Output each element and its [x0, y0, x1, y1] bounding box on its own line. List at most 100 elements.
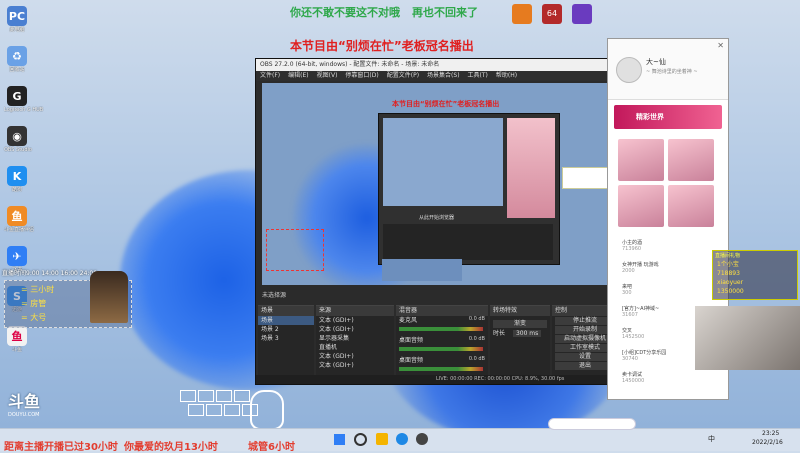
control-button[interactable]: 设置: [555, 353, 615, 361]
gift-line: xiaoyuer: [717, 279, 744, 286]
control-button[interactable]: 工作室模式: [555, 344, 615, 352]
yy-channel-item[interactable]: 卖卡调试 1450000: [622, 371, 644, 384]
yy-channel-item[interactable]: [官方]~AI神域~ 31607: [622, 305, 659, 318]
clock-time[interactable]: 23:25: [762, 430, 779, 437]
menu-item[interactable]: 文件(F): [260, 71, 280, 81]
obs-window[interactable]: OBS 27.2.0 (64-bit, windows) - 配置文件: 未命名…: [255, 58, 622, 385]
avatar[interactable]: [616, 57, 642, 83]
menu-item[interactable]: 编辑(E): [288, 71, 308, 81]
yy-subtitle: ~ 舞池诗里的坐着神 ~: [646, 69, 698, 75]
control-button[interactable]: 停止推流: [555, 317, 615, 325]
scene-item[interactable]: 场景 2: [258, 325, 314, 334]
douyu-logo: 斗鱼 DOUYU.COM: [8, 392, 41, 418]
duration-row: 时长 300 ms: [490, 329, 550, 338]
desktop-icon[interactable]: 鱼斗鱼: [4, 326, 30, 353]
channel-thumb[interactable]: [618, 185, 664, 227]
desktop-icon[interactable]: ◉ OBS Studio: [4, 126, 32, 153]
source-item[interactable]: 文本 (GDI+): [316, 361, 394, 370]
app-icon: ✈: [7, 246, 27, 266]
banner-line1-left: 你还不敢不要这不对哦: [290, 6, 400, 19]
schedule-item: = 三小时: [21, 285, 55, 294]
desktop-icon-label: 酷狗: [11, 187, 22, 193]
nested-title: 从此开始浏览器: [419, 215, 455, 221]
desktop-icon-label: 斗鱼: [11, 347, 22, 353]
obs-menubar: 文件(F) 编辑(E) 视图(V) 停靠窗口(D) 配置文件(P) 场景集合(S) 工具(T…: [256, 71, 621, 81]
control-button[interactable]: 启动虚拟摄像机: [555, 335, 615, 343]
source-item[interactable]: 显示器采集: [316, 334, 394, 343]
yy-channel-item[interactable]: [小组]CDT分享乐园 30740: [622, 349, 666, 362]
game-icon[interactable]: 64: [542, 4, 562, 24]
keyboard-overlay: [180, 390, 330, 430]
gift-title: 直播间礼物: [715, 253, 741, 259]
control-button[interactable]: 开始录制: [555, 326, 615, 334]
game-icon[interactable]: [572, 4, 592, 24]
preview-label: 未选择源: [262, 292, 287, 299]
menu-item[interactable]: 停靠窗口(D): [345, 71, 378, 81]
volume-meter[interactable]: [399, 367, 483, 371]
sources-header: 来源: [316, 306, 394, 316]
channel-thumb[interactable]: [618, 139, 664, 181]
close-icon[interactable]: ✕: [717, 41, 724, 50]
start-icon[interactable]: [334, 434, 345, 445]
desktop-icon[interactable]: 鱼斗鱼直播伴侣: [4, 206, 34, 233]
channel-title: 精彩世界: [636, 113, 664, 121]
transition-select[interactable]: 渐变: [493, 320, 547, 328]
obs-titlebar[interactable]: OBS 27.2.0 (64-bit, windows) - 配置文件: 未命名…: [256, 59, 621, 71]
yy-channel-item[interactable]: 交叉 1452500: [622, 327, 644, 340]
tray-language[interactable]: 中: [708, 434, 715, 444]
menu-item[interactable]: 场景集合(S): [427, 71, 460, 81]
taskbar-app-icon[interactable]: [376, 433, 388, 445]
search-box[interactable]: [548, 418, 636, 430]
desktop-icon-label: OBS Studio: [4, 147, 32, 153]
yy-channel-item[interactable]: 来吧 300: [622, 283, 632, 296]
scene-item[interactable]: 场景: [258, 316, 314, 325]
source-item[interactable]: 直播机: [316, 343, 394, 352]
yy-channel-count: 300: [622, 290, 632, 296]
menu-item[interactable]: 配置文件(P): [387, 71, 419, 81]
menu-item[interactable]: 工具(T): [468, 71, 488, 81]
menu-item[interactable]: 帮助(H): [496, 71, 517, 81]
desktop-icon-label: Logitech G HUB: [4, 107, 44, 113]
source-item[interactable]: 文本 (GDI+): [316, 316, 394, 325]
source-item[interactable]: 文本 (GDI+): [316, 325, 394, 334]
schedule-overlay: 直播时间9:00 14:00 16:00 24:00 = 三小时 = 房管 = …: [2, 268, 132, 328]
dog-video: [695, 306, 800, 370]
schedule-item: = 房管: [21, 299, 47, 308]
channel-thumb[interactable]: [668, 139, 714, 181]
mixer-channel-db: 0.0 dB: [468, 356, 485, 362]
mixer-channel: 桌面音频 0.0 dB: [396, 356, 488, 376]
nested-obs-preview: 从此开始浏览器: [378, 113, 560, 265]
banner-line2: 本节目由“别烦在忙”老板冠名播出: [290, 39, 474, 53]
duration-input[interactable]: 300 ms: [512, 330, 542, 337]
yy-channel-count: 1450000: [622, 378, 645, 384]
channel-thumb[interactable]: [668, 185, 714, 227]
mixer-header: 混音器: [396, 306, 488, 316]
volume-meter[interactable]: [399, 347, 483, 351]
desktop-icon[interactable]: ♻ 回收站: [4, 46, 30, 73]
yy-channel-item[interactable]: 女神开播 玩游戏 2000: [622, 261, 659, 274]
source-item[interactable]: 文本 (GDI+): [316, 352, 394, 361]
desktop-icon[interactable]: G Logitech G HUB: [4, 86, 44, 113]
desktop-icon[interactable]: K 酷狗: [4, 166, 30, 193]
scene-item[interactable]: 场景 3: [258, 334, 314, 343]
menu-item[interactable]: 视图(V): [317, 71, 338, 81]
taskbar-app-icon[interactable]: [416, 433, 428, 445]
clock-date[interactable]: 2022/2/16: [752, 439, 783, 446]
selection-box: [266, 229, 324, 271]
ticker-3: 城管6小时: [248, 442, 295, 453]
yy-channel-count: 30740: [622, 356, 638, 362]
app-icon: 鱼: [7, 206, 27, 226]
character-sprite: [90, 271, 128, 323]
search-icon[interactable]: [354, 433, 367, 446]
yy-channel-item[interactable]: 小主的酒 713960: [622, 239, 642, 252]
desktop-icon[interactable]: PC 此电脑: [4, 6, 30, 33]
control-button[interactable]: 退出: [555, 362, 615, 370]
gift-line: 1个小宝: [717, 261, 739, 268]
ticker-1: 距离主播开播已过30小时: [4, 442, 118, 453]
gift-line: 1350000: [717, 288, 744, 295]
game-icon[interactable]: [512, 4, 532, 24]
preview-banner: 本节目由“别烦在忙”老板冠名播出: [392, 100, 500, 108]
taskbar-app-icon[interactable]: [396, 433, 408, 445]
obs-preview[interactable]: 本节目由“别烦在忙”老板冠名播出 从此开始浏览器: [262, 83, 615, 285]
volume-meter[interactable]: [399, 327, 483, 331]
